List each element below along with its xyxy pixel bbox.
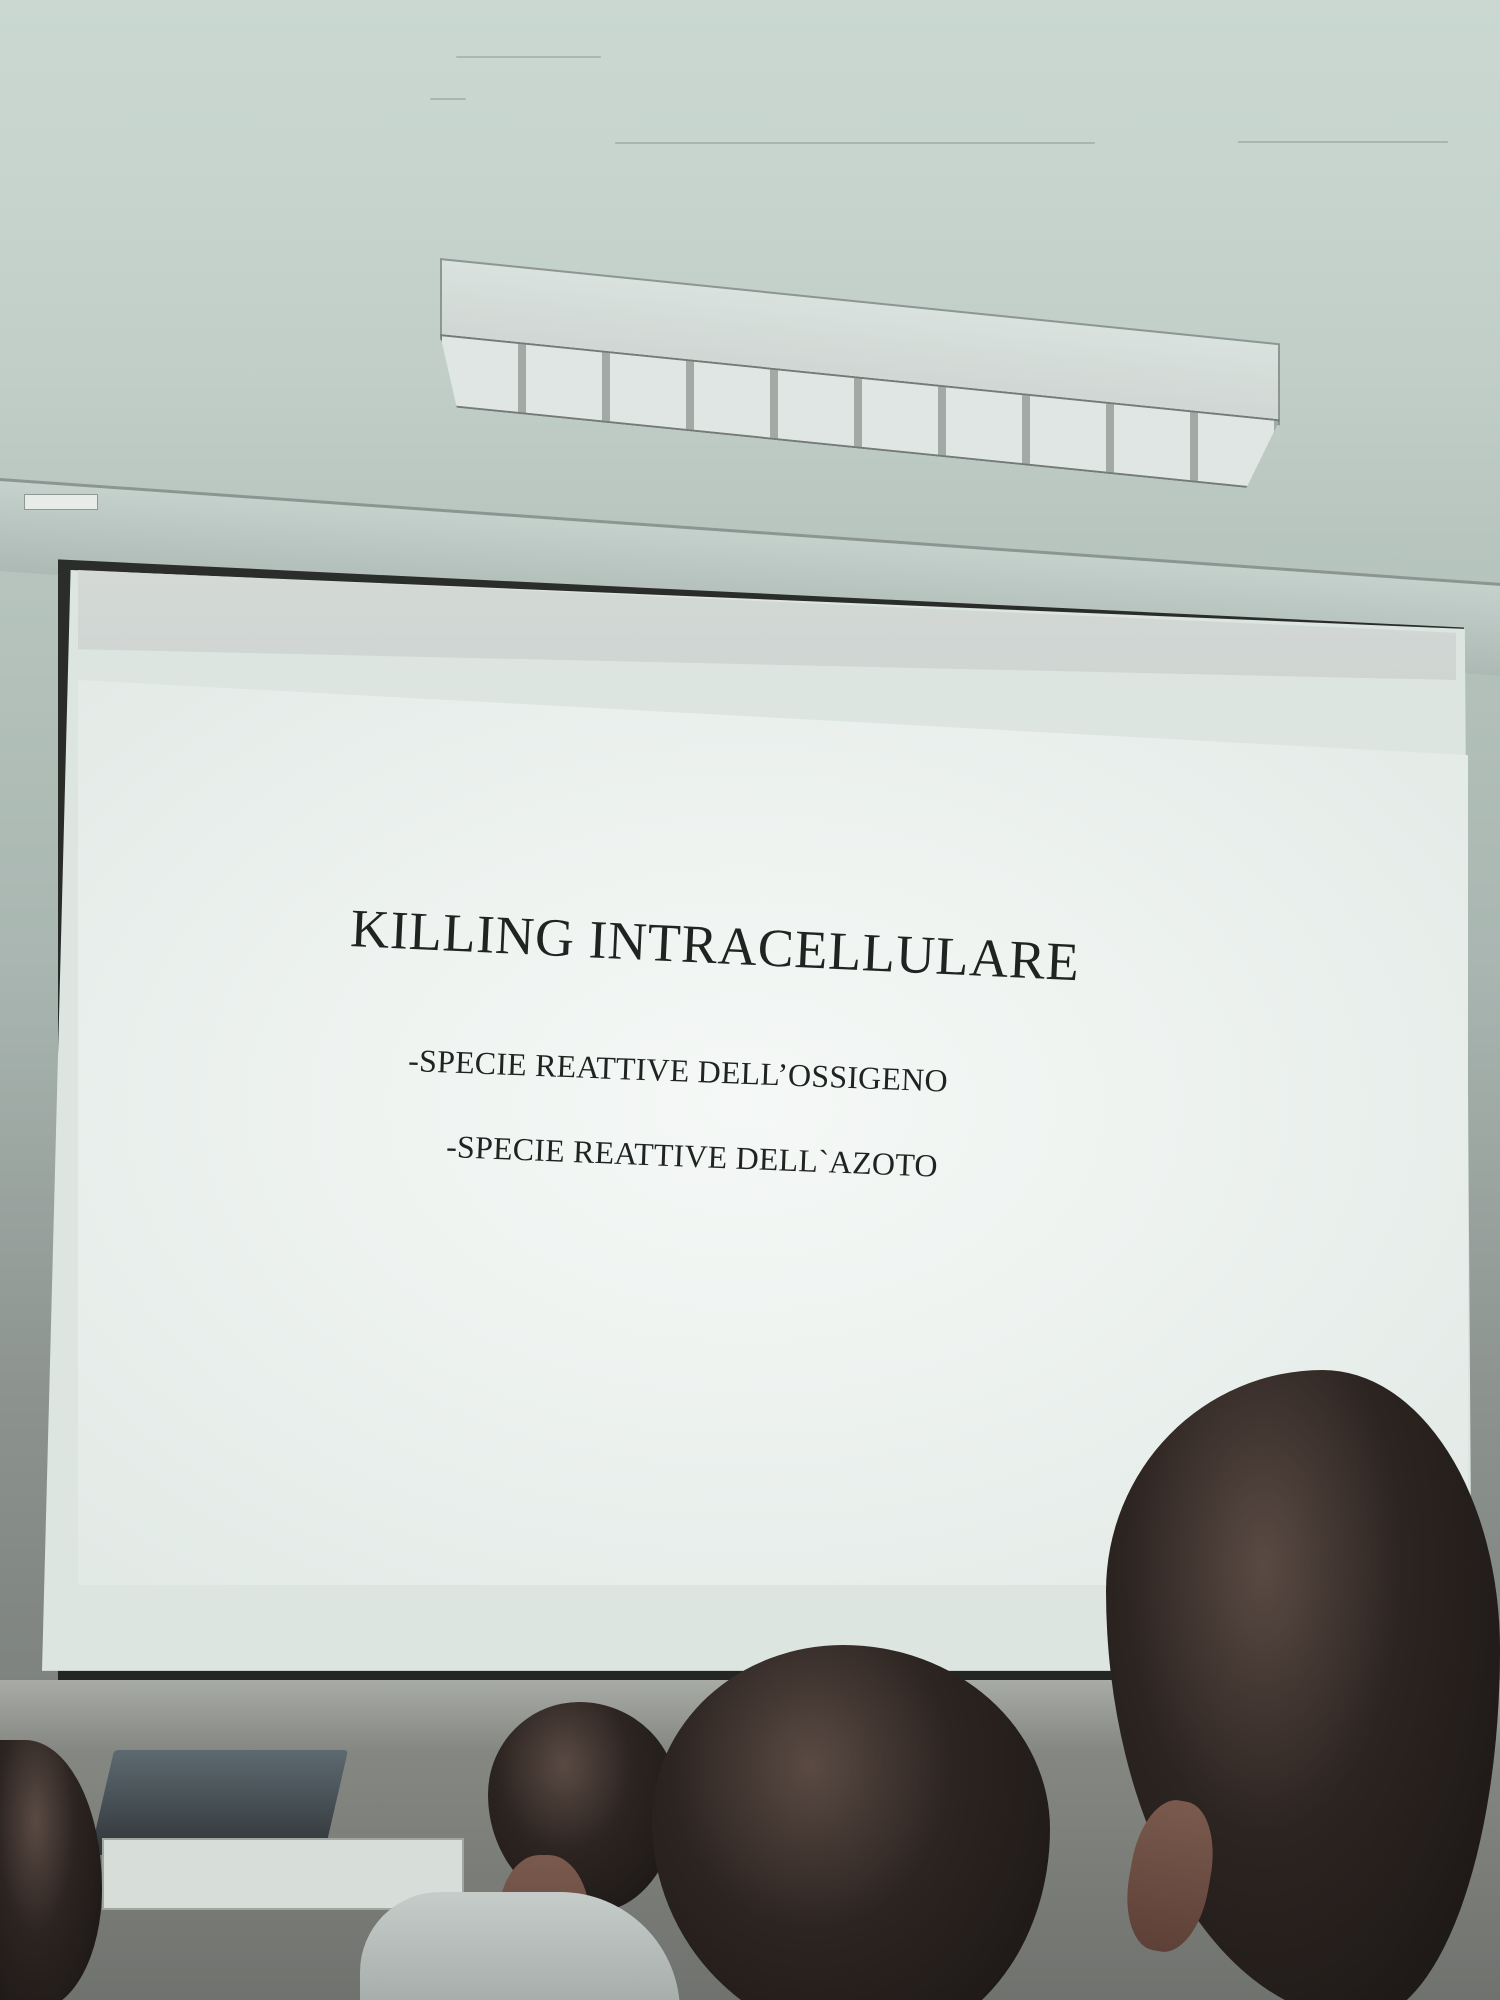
- ceiling-mark: [1238, 141, 1448, 143]
- ceiling-mark: [430, 98, 466, 100]
- ceiling-mark: [615, 142, 1095, 144]
- lecture-room-scene: KILLING INTRACELLULARE -SPECIE REATTIVE …: [0, 0, 1500, 2000]
- ceiling-mark: [456, 56, 601, 58]
- wall-plate: [24, 494, 98, 510]
